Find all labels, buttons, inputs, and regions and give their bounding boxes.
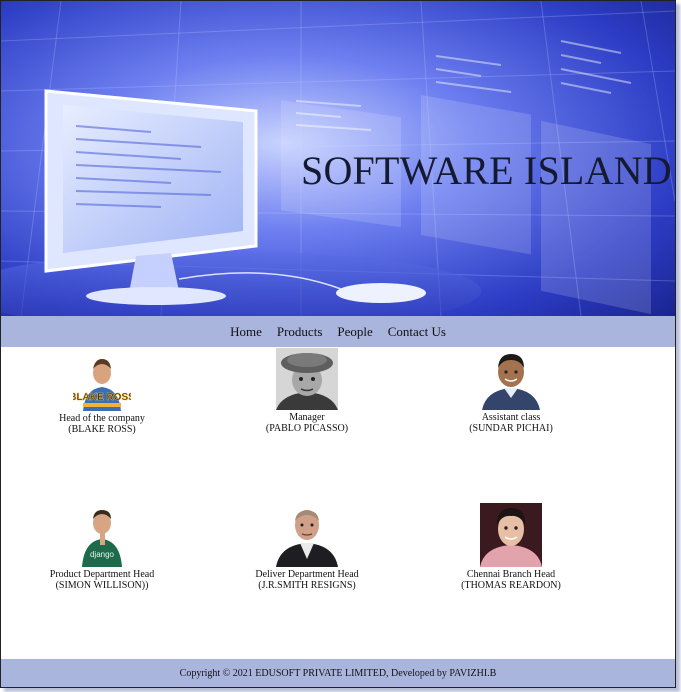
site-title: SOFTWARE ISLAND [301, 148, 672, 193]
blake-ross-photo: BLAKE ROSS [73, 351, 131, 411]
blake-ross-badge: BLAKE ROSS [73, 392, 131, 403]
footer: Copyright © 2021 EDUSOFT PRIVATE LIMITED… [1, 659, 675, 687]
simon-willison-photo: django [82, 505, 122, 567]
main-nav: Home Products People Contact Us [1, 316, 675, 347]
person-name: (THOMAS REARDON) [461, 580, 561, 591]
person-card-jr-smith: Deliver Department Head (J.R.SMITH RESIG… [217, 505, 397, 591]
nav-contact-link[interactable]: Contact Us [388, 324, 446, 340]
copyright-text: Copyright © 2021 EDUSOFT PRIVATE LIMITED… [179, 667, 497, 679]
thomas-reardon-photo [480, 503, 542, 567]
person-card-simon-willison: django Product Department Head (SIMON WI… [12, 505, 192, 591]
person-name: (BLAKE ROSS) [68, 424, 136, 435]
pablo-picasso-photo [276, 348, 338, 410]
nav-people-link[interactable]: People [337, 324, 372, 340]
sundar-pichai-photo [480, 348, 542, 410]
simon-shirt-text: django [90, 550, 115, 559]
person-role: Assistant class [481, 412, 541, 423]
person-role: Chennai Branch Head [466, 569, 556, 580]
nav-products-link[interactable]: Products [277, 324, 323, 340]
jr-smith-photo [276, 505, 338, 567]
person-role: Product Department Head [49, 569, 155, 580]
person-name: (J.R.SMITH RESIGNS) [258, 580, 356, 591]
person-card-sundar-pichai: Assistant class (SUNDAR PICHAI) [421, 348, 601, 434]
person-role: Head of the company [59, 413, 145, 424]
person-card-blake-ross: BLAKE ROSS Head of the company (BLAKE RO… [12, 351, 192, 435]
people-grid: BLAKE ROSS Head of the company (BLAKE RO… [1, 347, 675, 659]
hero-banner: SOFTWARE ISLAND [1, 1, 675, 316]
person-name: (SUNDAR PICHAI) [469, 423, 553, 434]
person-card-pablo-picasso: Manager (PABLO PICASSO) [217, 348, 397, 434]
person-role: Deliver Department Head [255, 569, 359, 580]
person-name: (SIMON WILLISON)) [55, 580, 149, 591]
person-card-thomas-reardon: Chennai Branch Head (THOMAS REARDON) [421, 503, 601, 591]
nav-home-link[interactable]: Home [230, 324, 262, 340]
person-name: (PABLO PICASSO) [265, 423, 349, 434]
page-frame: SOFTWARE ISLAND Home Products People Con… [0, 0, 676, 688]
person-role: Manager [289, 412, 325, 423]
